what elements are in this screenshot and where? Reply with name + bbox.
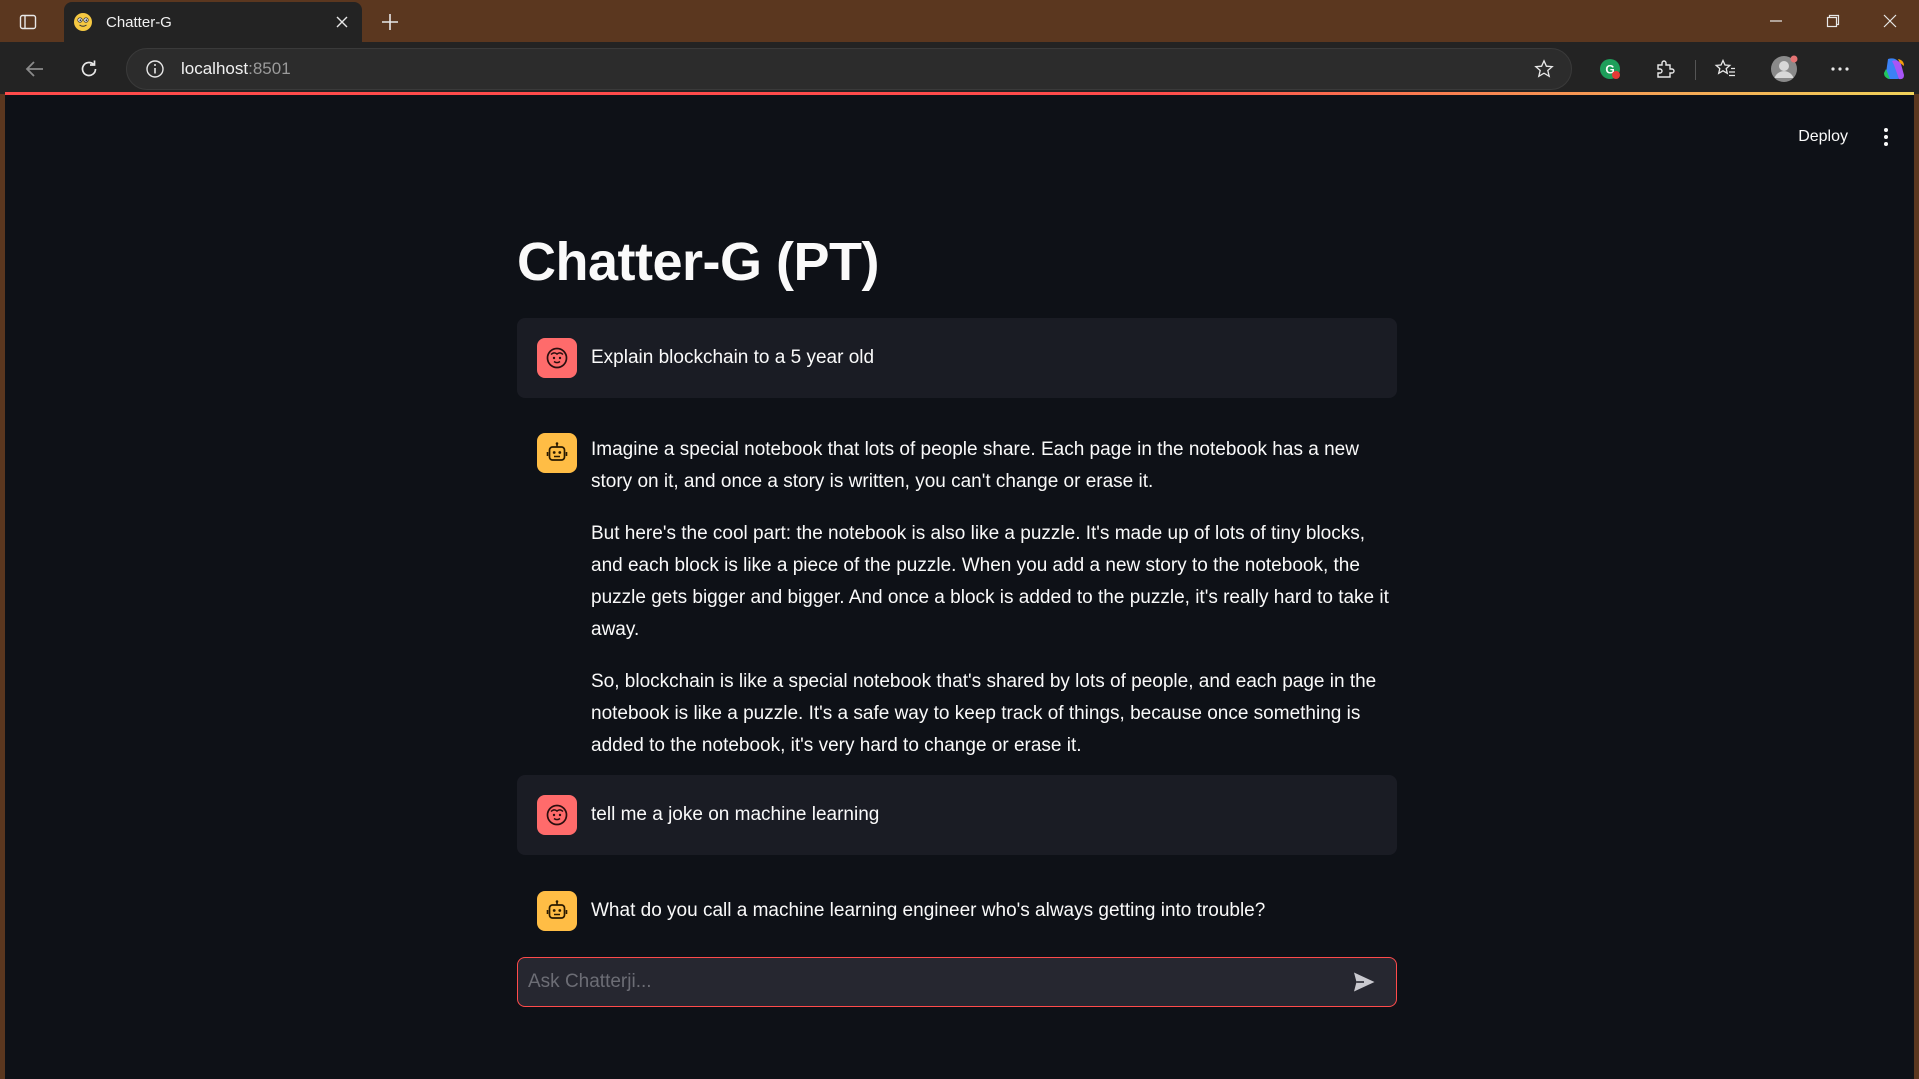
address-bar[interactable]: localhost:8501 [126, 48, 1572, 90]
message-paragraph: Imagine a special notebook that lots of … [591, 439, 1359, 492]
streamlit-favicon-icon [72, 11, 94, 33]
restore-icon[interactable] [1813, 6, 1853, 36]
chat-input-field[interactable] [518, 971, 1344, 993]
tab-actions-icon[interactable] [16, 10, 40, 34]
extension-grammar-icon[interactable]: G [1593, 52, 1627, 86]
browser-toolbar: localhost:8501 G [0, 42, 1919, 94]
toolbar-divider [1695, 60, 1696, 80]
user-face-icon [537, 795, 577, 835]
profile-avatar-icon[interactable] [1767, 52, 1801, 86]
main-menu-icon[interactable] [1876, 123, 1896, 151]
browser-tab[interactable]: Chatter-G [64, 2, 362, 42]
robot-icon [537, 433, 577, 473]
window-close-icon[interactable] [1870, 6, 1910, 36]
browser-tab-bar: Chatter-G [0, 0, 1919, 42]
chat-input-box [517, 957, 1397, 1007]
message-content: Explain blockchain to a 5 year old [591, 342, 1393, 374]
message-content: What do you call a machine learning engi… [591, 895, 1393, 927]
reload-icon[interactable] [72, 52, 106, 86]
robot-icon [537, 891, 577, 931]
message-text: What do you call a machine learning engi… [591, 900, 1266, 921]
app-header: Deploy [1798, 123, 1896, 151]
send-icon[interactable] [1344, 962, 1384, 1002]
copilot-icon[interactable] [1877, 52, 1911, 86]
tab-close-icon[interactable] [328, 8, 356, 36]
chat-message-user: tell me a joke on machine learning [517, 775, 1397, 855]
back-icon[interactable] [18, 52, 52, 86]
more-menu-icon[interactable] [1823, 52, 1857, 86]
message-text: Explain blockchain to a 5 year old [591, 347, 875, 368]
chat-message-user: Explain blockchain to a 5 year old [517, 318, 1397, 398]
new-tab-icon[interactable] [376, 8, 404, 36]
favorite-star-icon[interactable] [1527, 52, 1561, 86]
message-paragraph: But here's the cool part: the notebook i… [591, 523, 1389, 640]
url-text: localhost:8501 [181, 59, 1527, 79]
extensions-puzzle-icon[interactable] [1648, 52, 1682, 86]
deploy-button[interactable]: Deploy [1798, 128, 1848, 146]
app-page: Deploy Chatter-G (PT) Explain blockchain… [5, 95, 1914, 1079]
url-host: localhost [181, 59, 249, 78]
tab-title: Chatter-G [106, 13, 172, 31]
page-title: Chatter-G (PT) [517, 232, 879, 292]
chat-message-assistant: What do you call a machine learning engi… [517, 871, 1397, 941]
message-content: tell me a joke on machine learning [591, 799, 1393, 831]
url-port: :8501 [248, 59, 291, 78]
message-content: Imagine a special notebook that lots of … [591, 434, 1393, 762]
minimize-icon[interactable] [1756, 6, 1796, 36]
user-face-icon [537, 338, 577, 378]
message-text: tell me a joke on machine learning [591, 804, 880, 825]
message-paragraph: So, blockchain is like a special noteboo… [591, 671, 1377, 756]
chat-message-assistant: Imagine a special notebook that lots of … [517, 413, 1397, 756]
favorites-icon[interactable] [1708, 52, 1742, 86]
site-info-icon[interactable] [143, 57, 167, 81]
